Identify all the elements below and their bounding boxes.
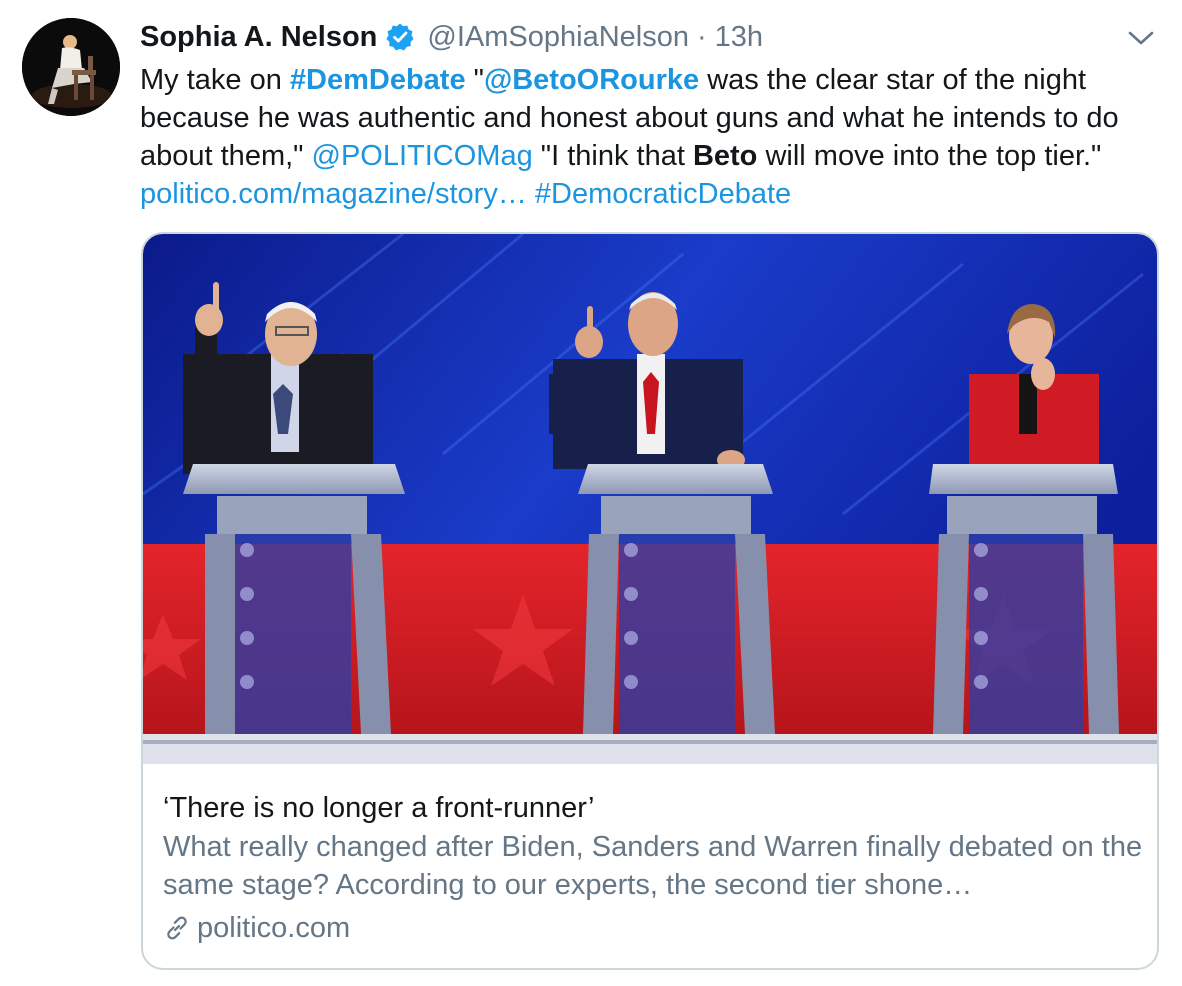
verified-badge-icon — [385, 22, 415, 52]
handle[interactable]: @IAmSophiaNelson — [427, 21, 689, 54]
chevron-down-icon[interactable] — [1126, 26, 1156, 50]
text-segment: will move into the top tier." — [757, 140, 1102, 172]
timestamp[interactable]: 13h — [715, 21, 763, 54]
link-icon — [163, 914, 191, 942]
avatar-image — [22, 18, 120, 116]
card-title: ‘There is no longer a front-runner’ — [163, 792, 595, 824]
hashtag-link[interactable]: #DemDebate — [290, 64, 466, 96]
url-link[interactable]: politico.com/magazine/story… — [140, 178, 527, 210]
text-segment: My take on — [140, 64, 290, 96]
tweet-text: My take on #DemDebate "@BetoORourke was … — [140, 61, 1160, 213]
card-body: ‘There is no longer a front-runner’ What… — [163, 790, 1143, 946]
card-domain: politico.com — [163, 910, 1143, 946]
card-image — [143, 234, 1157, 764]
bold-text: Beto — [692, 140, 758, 172]
tweet-header: Sophia A. Nelson @IAmSophiaNelson · 13h — [140, 17, 763, 57]
text-segment: " — [465, 64, 484, 96]
mention-link[interactable]: @POLITICOMag — [312, 140, 533, 172]
link-card[interactable]: ‘There is no longer a front-runner’ What… — [141, 232, 1159, 970]
separator: · — [696, 20, 707, 53]
display-name[interactable]: Sophia A. Nelson — [140, 21, 377, 54]
avatar[interactable] — [22, 18, 120, 116]
mention-link[interactable]: @BetoORourke — [484, 64, 699, 96]
hashtag-link[interactable]: #DemocraticDebate — [535, 178, 791, 210]
text-segment: "I think that — [532, 140, 693, 172]
card-description: What really changed after Biden, Sanders… — [163, 831, 1143, 901]
text-segment — [527, 178, 535, 210]
card-domain-label: politico.com — [197, 912, 351, 944]
